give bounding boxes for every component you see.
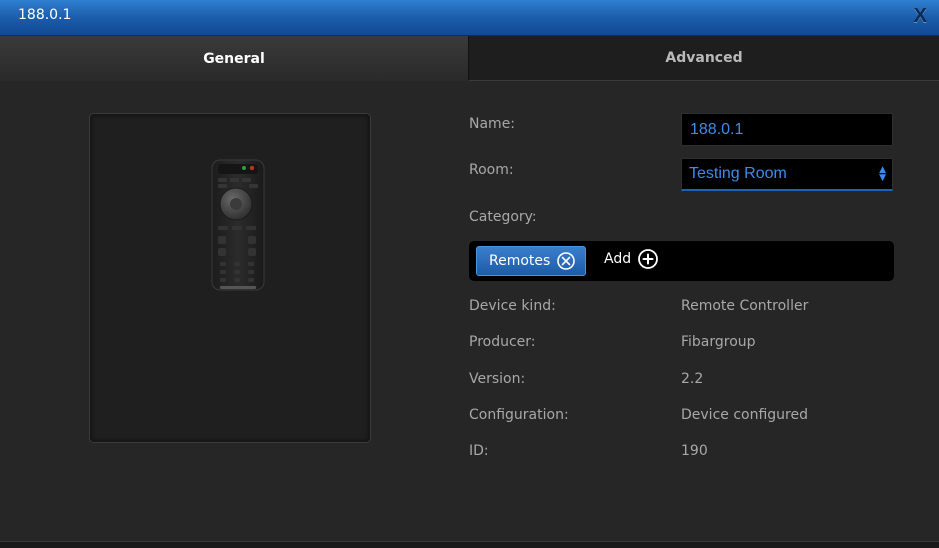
- close-icon[interactable]: X: [914, 5, 927, 27]
- device-kind-value: Remote Controller: [681, 298, 809, 314]
- name-label: Name:: [469, 116, 516, 132]
- window-titlebar: 188.0.1 X: [0, 0, 939, 36]
- version-value: 2.2: [681, 371, 704, 387]
- category-chip-remotes[interactable]: Remotes: [476, 246, 586, 276]
- window-title: 188.0.1: [18, 7, 72, 23]
- producer-value: Fibargroup: [681, 334, 756, 350]
- id-value: 190: [681, 443, 708, 459]
- id-label: ID:: [469, 443, 489, 459]
- category-label: Category:: [469, 209, 537, 225]
- updown-arrows-icon: ▲ ▼: [879, 165, 886, 183]
- device-image-panel: [89, 113, 371, 443]
- room-select[interactable]: Testing Room ▲ ▼: [681, 158, 893, 191]
- configuration-label: Configuration:: [469, 407, 569, 423]
- version-label: Version:: [469, 371, 526, 387]
- producer-label: Producer:: [469, 334, 536, 350]
- category-chip-label: Remotes: [489, 253, 551, 269]
- tab-general[interactable]: General: [0, 36, 468, 81]
- name-input[interactable]: [681, 113, 893, 146]
- add-category-label: Add: [604, 251, 632, 267]
- room-label: Room:: [469, 162, 514, 178]
- category-box: Remotes Add: [469, 241, 894, 281]
- circle-plus-icon: [638, 249, 659, 269]
- configuration-value: Device configured: [681, 407, 808, 423]
- add-category-button[interactable]: Add: [604, 248, 659, 270]
- tab-advanced[interactable]: Advanced: [468, 36, 939, 81]
- room-select-value: Testing Room: [689, 165, 787, 182]
- circle-x-icon[interactable]: [556, 251, 576, 271]
- device-kind-label: Device kind:: [469, 298, 556, 314]
- remote-control-icon: [211, 159, 265, 291]
